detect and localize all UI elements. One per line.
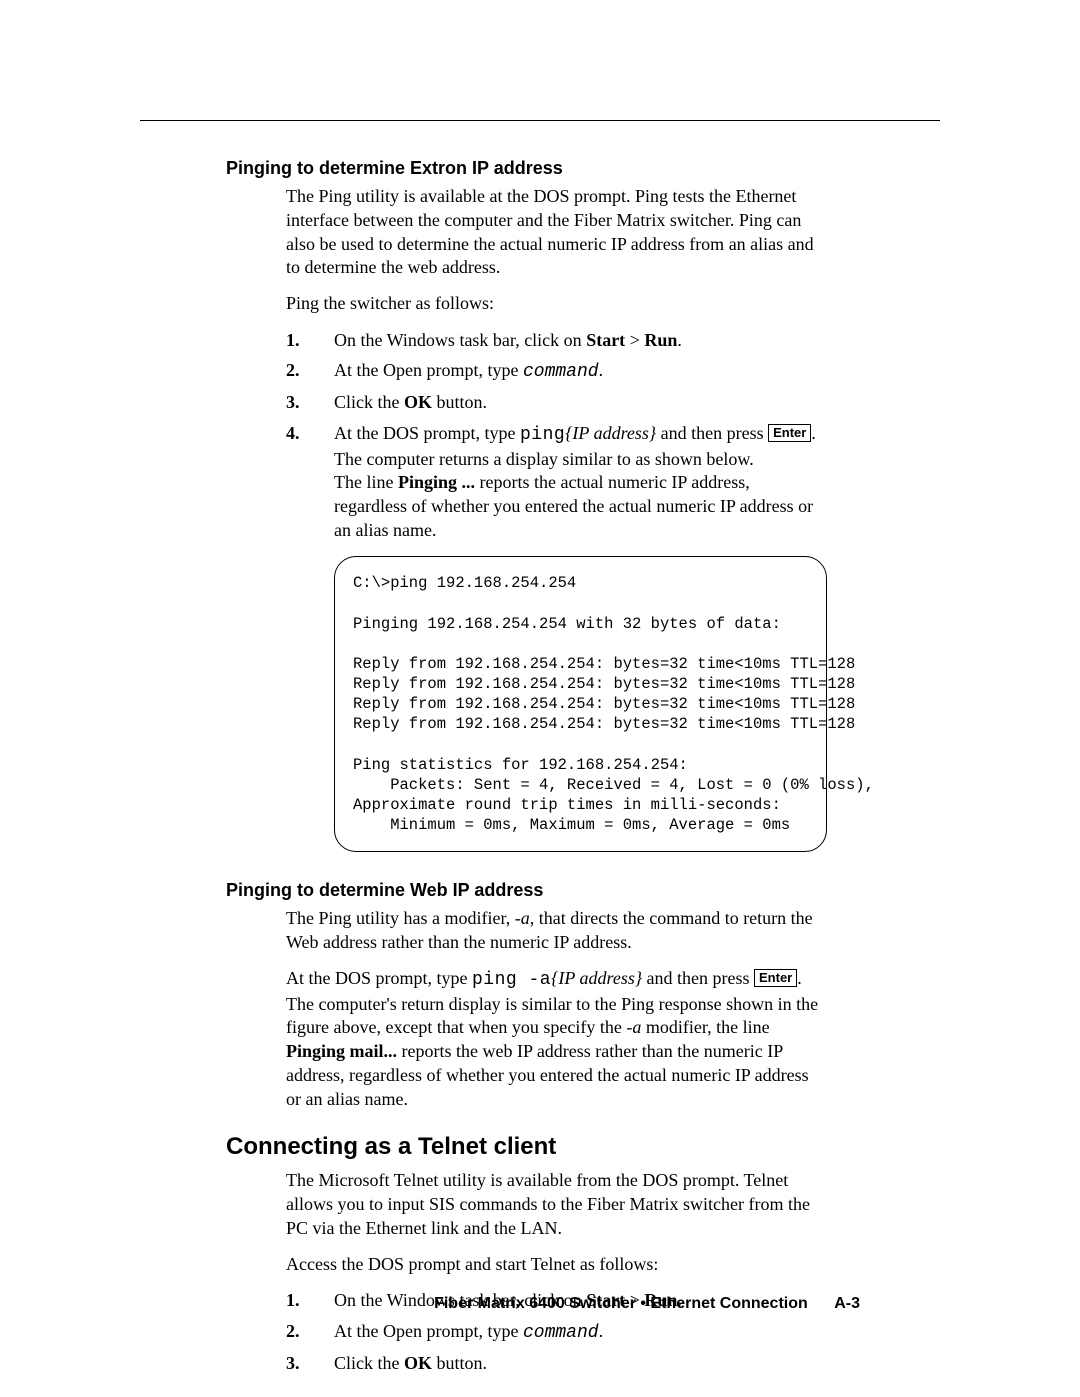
- s2-p2-b: and then press: [642, 968, 754, 988]
- heading-section-3: Connecting as a Telnet client: [226, 1133, 827, 1161]
- step-number: 1.: [286, 1288, 300, 1312]
- sub-a: The line: [334, 472, 398, 492]
- step-text-tail: button.: [432, 1353, 487, 1373]
- page-number: A-3: [834, 1295, 860, 1312]
- step-text: At the Open prompt, type: [334, 1321, 523, 1341]
- ping-arg: {IP address}: [565, 423, 656, 443]
- ping-output-box: C:\>ping 192.168.254.254 Pinging 192.168…: [334, 556, 827, 852]
- s1-p1: The Ping utility is available at the DOS…: [286, 185, 827, 280]
- command-literal: command: [523, 362, 599, 382]
- s1-steps: 1. On the Windows task bar, click on Sta…: [286, 328, 827, 543]
- step-text: At the Open prompt, type: [334, 360, 523, 380]
- step-number: 2.: [286, 358, 300, 382]
- step-number: 4.: [286, 421, 300, 445]
- sep: >: [625, 330, 644, 350]
- step-number: 1.: [286, 328, 300, 352]
- step-text-mid: and then press: [656, 423, 768, 443]
- footer-title: Fiber Matrix 6400 Switcher • Ethernet Co…: [434, 1295, 808, 1312]
- s3-step-3: 3. Click the OK button.: [286, 1351, 827, 1375]
- s1-step-3: 3. Click the OK button.: [286, 390, 827, 414]
- s3-p1: The Microsoft Telnet utility is availabl…: [286, 1169, 827, 1240]
- modifier-a-inline: -a: [626, 1017, 641, 1037]
- s1-step-4: 4. At the DOS prompt, type ping{IP addre…: [286, 421, 827, 543]
- modifier-a: -a: [515, 908, 530, 928]
- heading-section-2: Pinging to determine Web IP address: [226, 880, 827, 901]
- page-footer: Fiber Matrix 6400 Switcher • Ethernet Co…: [434, 1295, 860, 1313]
- step-number: 3.: [286, 1351, 300, 1375]
- ping-a-command: ping -a: [472, 970, 551, 990]
- ui-ok: OK: [404, 1353, 432, 1373]
- step-number: 3.: [286, 390, 300, 414]
- s1-p2: Ping the switcher as follows:: [286, 292, 827, 316]
- pinging-mail-label: Pinging mail...: [286, 1041, 397, 1061]
- ui-start: Start: [586, 330, 625, 350]
- top-rule: [140, 120, 940, 121]
- enter-key-icon: Enter: [754, 969, 797, 987]
- period: .: [599, 360, 604, 380]
- heading-section-1: Pinging to determine Extron IP address: [226, 158, 827, 179]
- ping-command: ping: [520, 425, 565, 445]
- step-text: Click the: [334, 392, 404, 412]
- step-text-tail: button.: [432, 392, 487, 412]
- step-text: Click the: [334, 1353, 404, 1373]
- command-literal: command: [523, 1323, 599, 1343]
- step-text: On the Windows task bar, click on: [334, 330, 586, 350]
- page-content: Pinging to determine Extron IP address T…: [226, 158, 827, 1381]
- ui-ok: OK: [404, 392, 432, 412]
- s3-p2: Access the DOS prompt and start Telnet a…: [286, 1253, 827, 1277]
- step-text: At the DOS prompt, type: [334, 423, 520, 443]
- period: .: [599, 1321, 604, 1341]
- step-number: 2.: [286, 1319, 300, 1343]
- s3-step-2: 2. At the Open prompt, type command.: [286, 1319, 827, 1345]
- ping-a-arg: {IP address}: [551, 968, 642, 988]
- ui-run: Run: [644, 330, 677, 350]
- s1-step-4-sub: The line Pinging ... reports the actual …: [334, 471, 827, 542]
- s2-p2-e: modifier, the line: [641, 1017, 769, 1037]
- s1-step-1: 1. On the Windows task bar, click on Sta…: [286, 328, 827, 352]
- s2-p1a: The Ping utility has a modifier,: [286, 908, 515, 928]
- s2-p2-a: At the DOS prompt, type: [286, 968, 472, 988]
- pinging-label: Pinging ...: [398, 472, 475, 492]
- s2-p2: At the DOS prompt, type ping -a{IP addre…: [286, 967, 827, 1112]
- period: .: [677, 330, 682, 350]
- s2-p1: The Ping utility has a modifier, -a, tha…: [286, 907, 827, 955]
- s1-step-2: 2. At the Open prompt, type command.: [286, 358, 827, 384]
- enter-key-icon: Enter: [768, 424, 811, 442]
